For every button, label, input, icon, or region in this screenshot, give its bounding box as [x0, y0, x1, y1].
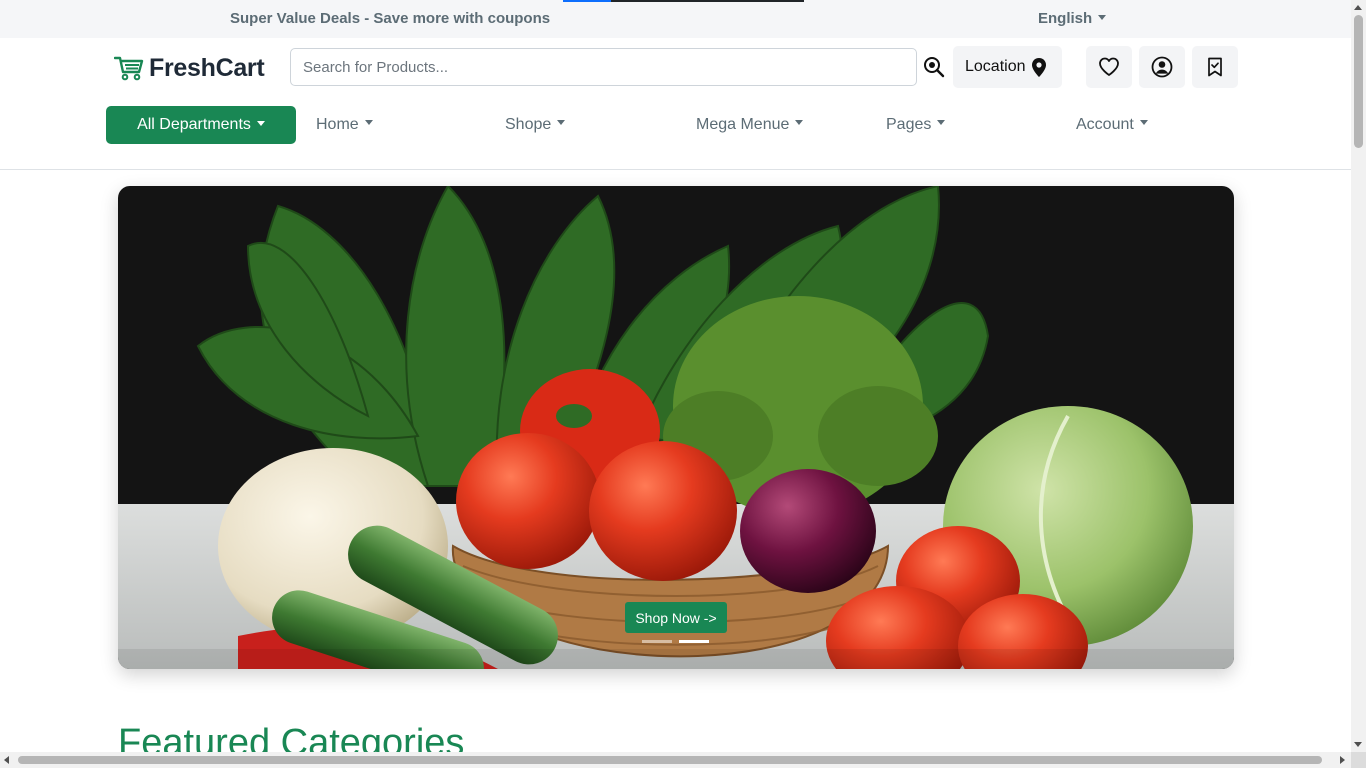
vertical-scroll-thumb[interactable]: [1354, 15, 1363, 148]
location-label: Location: [965, 58, 1026, 75]
brand-logo[interactable]: FreshCart: [114, 53, 265, 83]
promo-text: Super Value Deals - Save more with coupo…: [230, 10, 551, 27]
nav-item-label: Mega Menue: [696, 116, 790, 133]
account-button[interactable]: [1139, 46, 1185, 88]
nav-item-label: Shope: [505, 116, 552, 133]
top-strip-dark: [611, 0, 804, 2]
hero-carousel[interactable]: Shop Now ->: [118, 186, 1234, 669]
horizontal-scroll-thumb[interactable]: [18, 756, 1322, 764]
header-divider: [0, 169, 1351, 170]
top-strip-accent: [563, 0, 611, 2]
all-departments-label: All Departments: [137, 116, 251, 133]
chevron-down-icon: [1139, 120, 1148, 126]
chevron-down-icon: [937, 120, 946, 126]
nav-item-mega-menue[interactable]: Mega Menue: [696, 116, 804, 134]
chevron-down-icon: [795, 120, 804, 126]
cart-icon: [114, 56, 144, 81]
chevron-down-icon: [1098, 14, 1107, 20]
shop-now-label: Shop Now ->: [635, 609, 717, 626]
scrollbar-corner: [1351, 752, 1366, 768]
vegetables-hero-image: [118, 186, 1234, 669]
search-icon: [924, 57, 945, 78]
map-pin-icon: [1031, 57, 1046, 77]
bookmark-check-icon: [1208, 57, 1222, 77]
nav-item-label: Account: [1076, 116, 1134, 133]
language-label: English: [1038, 10, 1093, 27]
horizontal-scrollbar[interactable]: [0, 752, 1351, 768]
scroll-down-icon[interactable]: [1354, 742, 1362, 747]
search-input[interactable]: [290, 48, 917, 86]
chevron-down-icon: [364, 120, 373, 126]
chevron-down-icon: [557, 120, 566, 126]
all-departments-button[interactable]: All Departments: [106, 106, 296, 144]
nav-item-account[interactable]: Account: [1076, 116, 1148, 134]
brand-name: FreshCart: [149, 53, 265, 82]
top-bar: Super Value Deals - Save more with coupo…: [0, 0, 1351, 38]
carousel-indicator-1[interactable]: [642, 640, 672, 643]
scroll-up-icon[interactable]: [1354, 5, 1362, 10]
wishlist-button[interactable]: [1086, 46, 1132, 88]
scroll-left-icon[interactable]: [4, 756, 9, 764]
nav-item-shope[interactable]: Shope: [505, 116, 566, 134]
nav-item-label: Pages: [886, 116, 932, 133]
vertical-scrollbar[interactable]: [1351, 0, 1366, 752]
nav-item-label: Home: [316, 116, 359, 133]
nav-item-home[interactable]: Home: [316, 116, 373, 134]
scroll-right-icon[interactable]: [1340, 756, 1345, 764]
user-circle-icon: [1151, 56, 1173, 78]
chevron-down-icon: [256, 120, 265, 126]
search-button[interactable]: [922, 55, 946, 79]
language-dropdown[interactable]: English: [1038, 10, 1107, 27]
carousel-indicator-2[interactable]: [679, 640, 709, 643]
nav-item-pages[interactable]: Pages: [886, 116, 946, 134]
shop-now-button[interactable]: Shop Now ->: [625, 602, 727, 633]
bookmark-button[interactable]: [1192, 46, 1238, 88]
location-button[interactable]: Location: [953, 46, 1062, 88]
heart-icon: [1099, 57, 1119, 76]
